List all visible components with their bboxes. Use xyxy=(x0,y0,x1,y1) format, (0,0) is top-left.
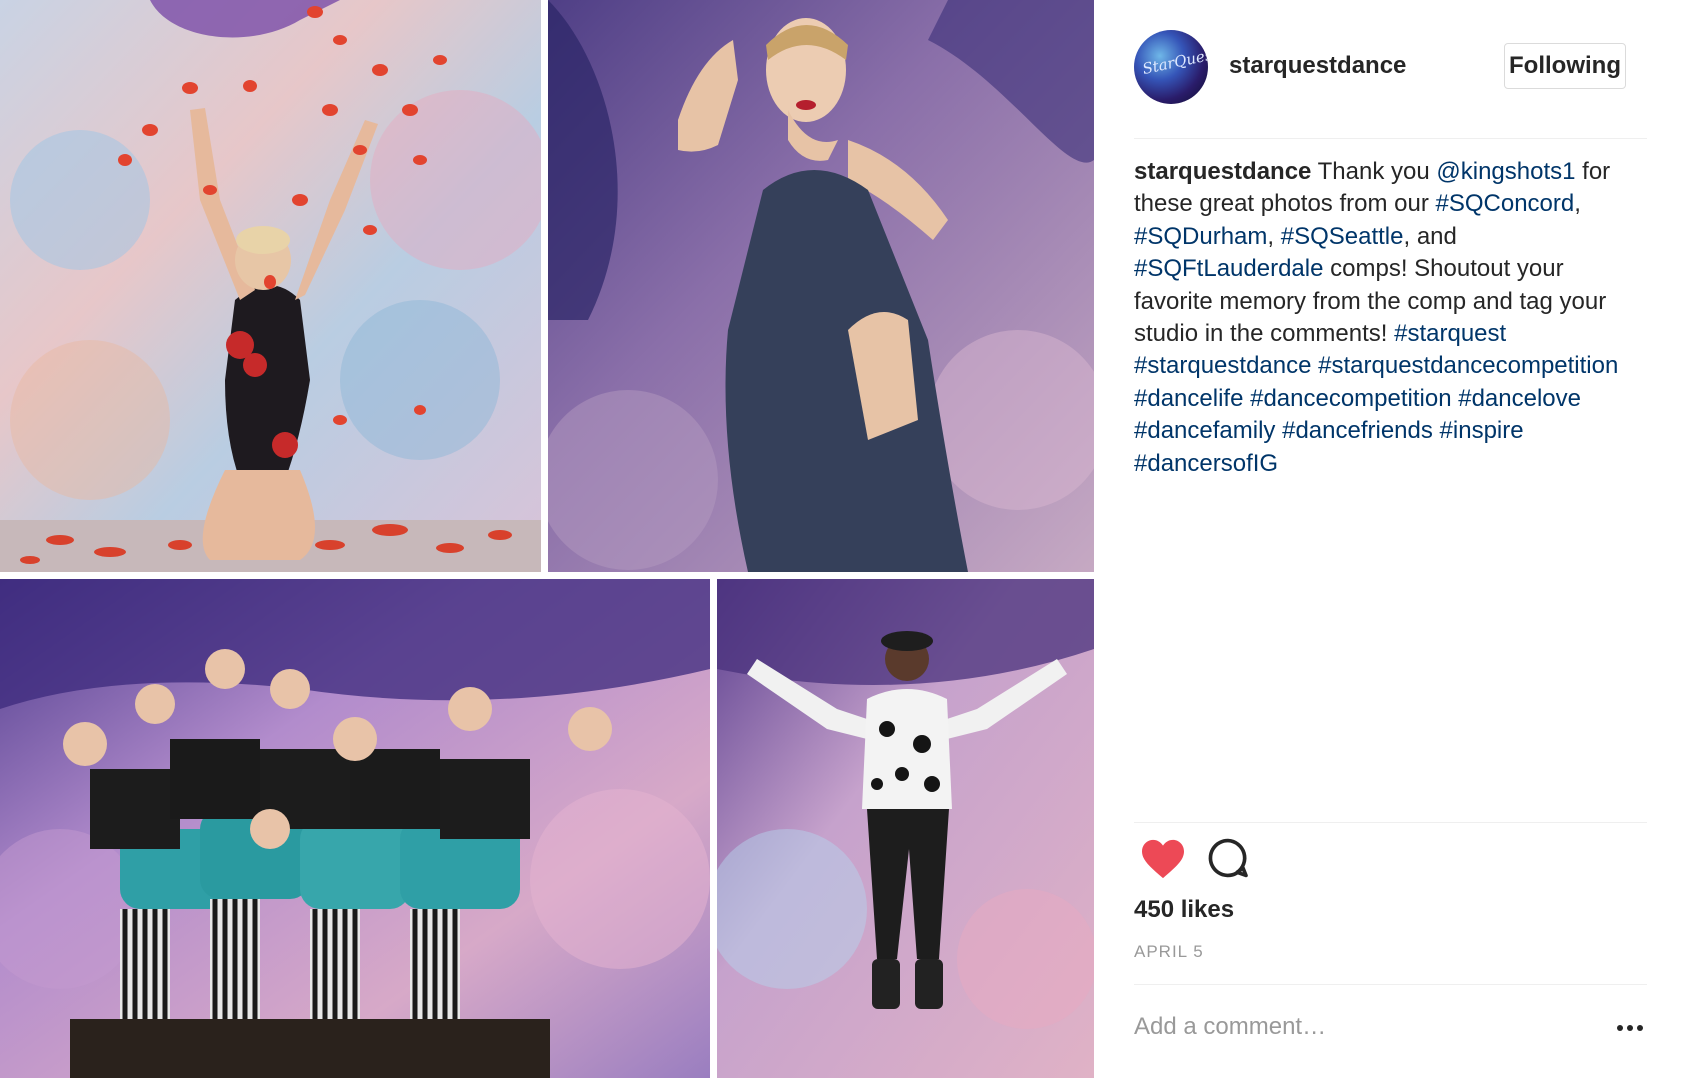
hashtag-link[interactable]: #dancecompetition xyxy=(1250,385,1451,412)
heart-icon[interactable] xyxy=(1140,838,1186,880)
hashtag-link[interactable]: #SQDurham xyxy=(1134,223,1267,250)
comment-icon[interactable] xyxy=(1206,836,1250,880)
actions-divider xyxy=(1134,822,1647,823)
hashtag-link[interactable]: #inspire xyxy=(1440,417,1524,444)
hashtag-link[interactable]: #dancefamily xyxy=(1134,417,1275,444)
hashtag-link[interactable]: #dancersofIG xyxy=(1134,450,1278,477)
avatar[interactable]: StarQuest xyxy=(1134,30,1208,104)
hashtag-link[interactable]: #SQSeattle xyxy=(1281,223,1404,250)
post-detail-panel: StarQuest starquestdance Following starq… xyxy=(1094,0,1686,1078)
hashtag-link[interactable]: #SQConcord xyxy=(1436,190,1575,217)
post-username[interactable]: starquestdance xyxy=(1229,52,1406,80)
hashtag-link[interactable]: #dancelove xyxy=(1458,385,1581,412)
caption-text: , and xyxy=(1403,222,1457,250)
caption-text: Thank you xyxy=(1311,158,1437,185)
hashtag-link[interactable]: #starquestdance xyxy=(1134,352,1311,379)
photo-group-dancers[interactable] xyxy=(0,579,710,1078)
hashtag-link[interactable]: #starquestdancecompetition xyxy=(1318,352,1618,379)
comment-divider xyxy=(1134,984,1647,985)
caption-username[interactable]: starquestdance xyxy=(1134,158,1311,185)
photo-jumping-dancer[interactable] xyxy=(717,579,1094,1078)
mention-link[interactable]: @kingshots1 xyxy=(1436,158,1575,185)
add-comment-input[interactable] xyxy=(1134,1010,1594,1044)
likes-count[interactable]: 450 likes xyxy=(1134,896,1234,924)
hashtag-link[interactable]: #dancefriends xyxy=(1282,417,1433,444)
post-date: APRIL 5 xyxy=(1134,942,1204,961)
following-button[interactable]: Following xyxy=(1504,43,1626,89)
caption-text: , xyxy=(1574,190,1581,218)
photo-rose-petals[interactable] xyxy=(0,0,541,572)
caption-text: , xyxy=(1267,222,1281,250)
more-options-icon[interactable] xyxy=(1614,1018,1646,1038)
avatar-logo-text: StarQuest xyxy=(1140,44,1208,79)
hashtag-link[interactable]: #starquest xyxy=(1394,320,1506,347)
photo-dancer-navy[interactable] xyxy=(548,0,1094,572)
post-caption: starquestdance Thank you @kingshots1 for… xyxy=(1134,156,1639,480)
header-divider xyxy=(1134,138,1647,139)
hashtag-link[interactable]: #dancelife xyxy=(1134,385,1243,412)
hashtag-link[interactable]: #SQFtLauderdale xyxy=(1134,255,1323,282)
photo-collage xyxy=(0,0,1094,1078)
